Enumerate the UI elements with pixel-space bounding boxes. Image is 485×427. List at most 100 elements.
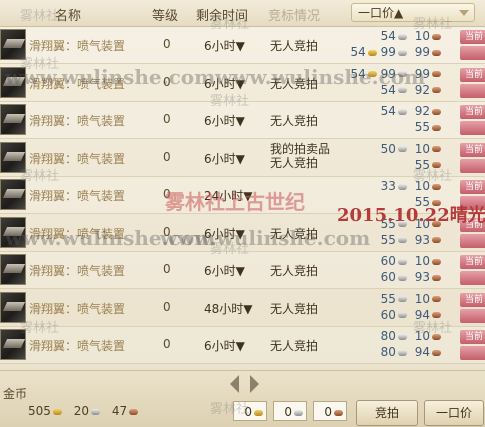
glider-item-icon[interactable] (0, 104, 26, 135)
buyout-silver: 80 (380, 345, 396, 359)
buyout-copper: 93 (414, 232, 430, 247)
item-name[interactable]: 滑翔翼：喷气装置 (29, 37, 125, 54)
header-level[interactable]: 等级 (152, 5, 178, 24)
bid-copper: 10 (414, 291, 430, 306)
item-name[interactable]: 滑翔翼：喷气装置 (29, 225, 125, 242)
watermark-date: 2015.10.22晴光 (337, 205, 485, 226)
glider-item-icon[interactable] (0, 254, 26, 285)
item-level: 0 (163, 337, 171, 351)
row-current-button[interactable]: 当前 (460, 142, 485, 157)
table-row[interactable]: 滑翔翼：喷气装置 0 6小时▼ 无人竞拍 54 10 54 99 99 当前 (0, 27, 485, 64)
item-name[interactable]: 滑翔翼：喷气装置 (29, 337, 125, 354)
silver-coin-icon (397, 87, 407, 93)
bid-status: 无人竞拍 (270, 76, 319, 91)
buyout-price: 54 92 (381, 83, 441, 97)
copper-coin-icon (432, 71, 441, 77)
copper-coin-icon (432, 33, 441, 40)
table-row[interactable]: 滑翔翼：喷气装置 0 6小时▼ 无人竞拍 60 10 60 93 当前 (0, 252, 485, 289)
item-name[interactable]: 滑翔翼：喷气装置 (29, 150, 125, 167)
row-current-button[interactable]: 当前 (460, 180, 485, 194)
watermark-banner: 雾林社上古世纪 (165, 190, 305, 214)
buyout-price: 55 (411, 158, 441, 172)
auction-panel: 名称 等级 剩余时间 竞标情况 一口价▲ 滑翔翼：喷气装置 0 6小时▼ 无人竞拍 54… (0, 0, 485, 427)
buyout-silver: 60 (380, 307, 396, 322)
header-time[interactable]: 剩余时间 (196, 5, 248, 24)
header-bid-status[interactable]: 竞标情况 (268, 5, 320, 24)
copper-coin-icon (432, 49, 441, 56)
row-current-button[interactable]: 当前 (460, 67, 485, 82)
glider-item-icon[interactable] (0, 291, 26, 323)
buyout-copper: 94 (414, 307, 430, 322)
buyout-copper: 92 (414, 82, 430, 97)
glider-item-icon[interactable] (0, 216, 26, 248)
copper-coin-icon (432, 312, 441, 318)
buyout-sort-dropdown[interactable]: 一口价▲ (351, 3, 475, 22)
bid-button[interactable]: 竞拍 (356, 400, 418, 426)
row-current-button[interactable]: 当前 (460, 292, 485, 307)
row-buyout-button[interactable] (460, 83, 485, 98)
item-level: 0 (163, 112, 171, 126)
item-name[interactable]: 滑翔翼：喷气装置 (29, 187, 125, 204)
gold-coin-icon (367, 71, 377, 77)
glider-item-icon[interactable] (0, 329, 26, 360)
copper-coin-icon (432, 146, 441, 152)
buyout-silver: 54 (380, 82, 396, 97)
item-level: 0 (163, 299, 171, 314)
bid-status: 无人竞拍 (270, 114, 319, 128)
row-buyout-button[interactable] (460, 271, 485, 285)
bid-gold: 54 (350, 66, 366, 81)
buyout-button[interactable]: 一口价 (424, 400, 484, 426)
wallet-balance: 505 20 47 (28, 404, 139, 418)
item-name[interactable]: 滑翔翼：喷气装置 (29, 75, 125, 92)
silver-coin-icon (397, 183, 407, 190)
row-current-button[interactable]: 当前 (460, 30, 485, 44)
row-buyout-button[interactable] (460, 158, 485, 173)
buyout-gold: 54 (350, 45, 366, 59)
row-current-button[interactable]: 当前 (460, 330, 485, 344)
header-name[interactable]: 名称 (55, 5, 81, 24)
bid-price: 80 10 (381, 329, 441, 343)
bid-gold-input[interactable]: 0 (233, 401, 267, 421)
table-row[interactable]: 滑翔翼：喷气装置 0 6小时▼ 无人竞拍 54 92 55 当前 (0, 102, 485, 139)
bid-copper-input[interactable]: 0 (313, 401, 347, 421)
row-buyout-button[interactable] (460, 346, 485, 360)
buyout-price: 55 93 (381, 233, 441, 247)
prev-page-icon[interactable] (230, 375, 239, 393)
table-row[interactable]: 滑翔翼：喷气装置 0 6小时▼ 无人竞拍 80 10 80 94 当前 (0, 327, 485, 364)
bid-silver-input[interactable]: 0 (273, 401, 307, 421)
glider-item-icon[interactable] (0, 179, 26, 210)
table-row[interactable]: 滑翔翼：喷气装置 0 48小时▼ 无人竞拍 55 10 60 94 当前 (0, 290, 485, 327)
item-name[interactable]: 滑翔翼：喷气装置 (29, 300, 125, 317)
row-buyout-button[interactable] (460, 308, 485, 323)
buyout-price: 60 93 (381, 270, 441, 284)
next-page-icon[interactable] (250, 375, 259, 393)
copper-coin-icon (432, 349, 441, 356)
glider-item-icon[interactable] (0, 29, 26, 60)
time-remaining: 6小时▼ (204, 39, 245, 53)
copper-coin-icon (432, 183, 441, 190)
copper-coin-icon (334, 409, 343, 416)
copper-coin-icon (432, 237, 441, 243)
row-buyout-button[interactable] (460, 46, 485, 60)
table-row[interactable]: 滑翔翼：喷气装置 0 6小时▼ 我的拍卖品 无人竞拍 50 10 55 当前 (0, 140, 485, 177)
row-current-button[interactable]: 当前 (460, 105, 485, 119)
table-row[interactable]: 滑翔翼：喷气装置 0 6小时▼ 无人竞拍 54 99 99 54 92 当前 (0, 65, 485, 102)
time-remaining: 6小时▼ (204, 264, 245, 278)
glider-item-icon[interactable] (0, 66, 26, 98)
item-name[interactable]: 滑翔翼：喷气装置 (29, 262, 125, 279)
buyout-price: 60 94 (381, 308, 441, 322)
row-buyout-button[interactable] (460, 121, 485, 135)
buyout-copper: 93 (414, 270, 430, 284)
buyout-copper: 55 (414, 120, 430, 134)
glider-item-icon[interactable] (0, 141, 26, 173)
silver-coin-icon (397, 108, 407, 115)
row-buyout-button[interactable] (460, 233, 485, 248)
time-remaining: 48小时▼ (204, 301, 253, 316)
item-name[interactable]: 滑翔翼：喷气装置 (29, 112, 125, 129)
silver-coin-icon (397, 312, 407, 318)
silver-coin-icon (397, 258, 407, 265)
time-remaining: 6小时▼ (204, 226, 245, 241)
bid-status: 无人竞拍 (270, 226, 319, 241)
row-current-button[interactable]: 当前 (460, 255, 485, 269)
item-level: 0 (163, 37, 171, 51)
